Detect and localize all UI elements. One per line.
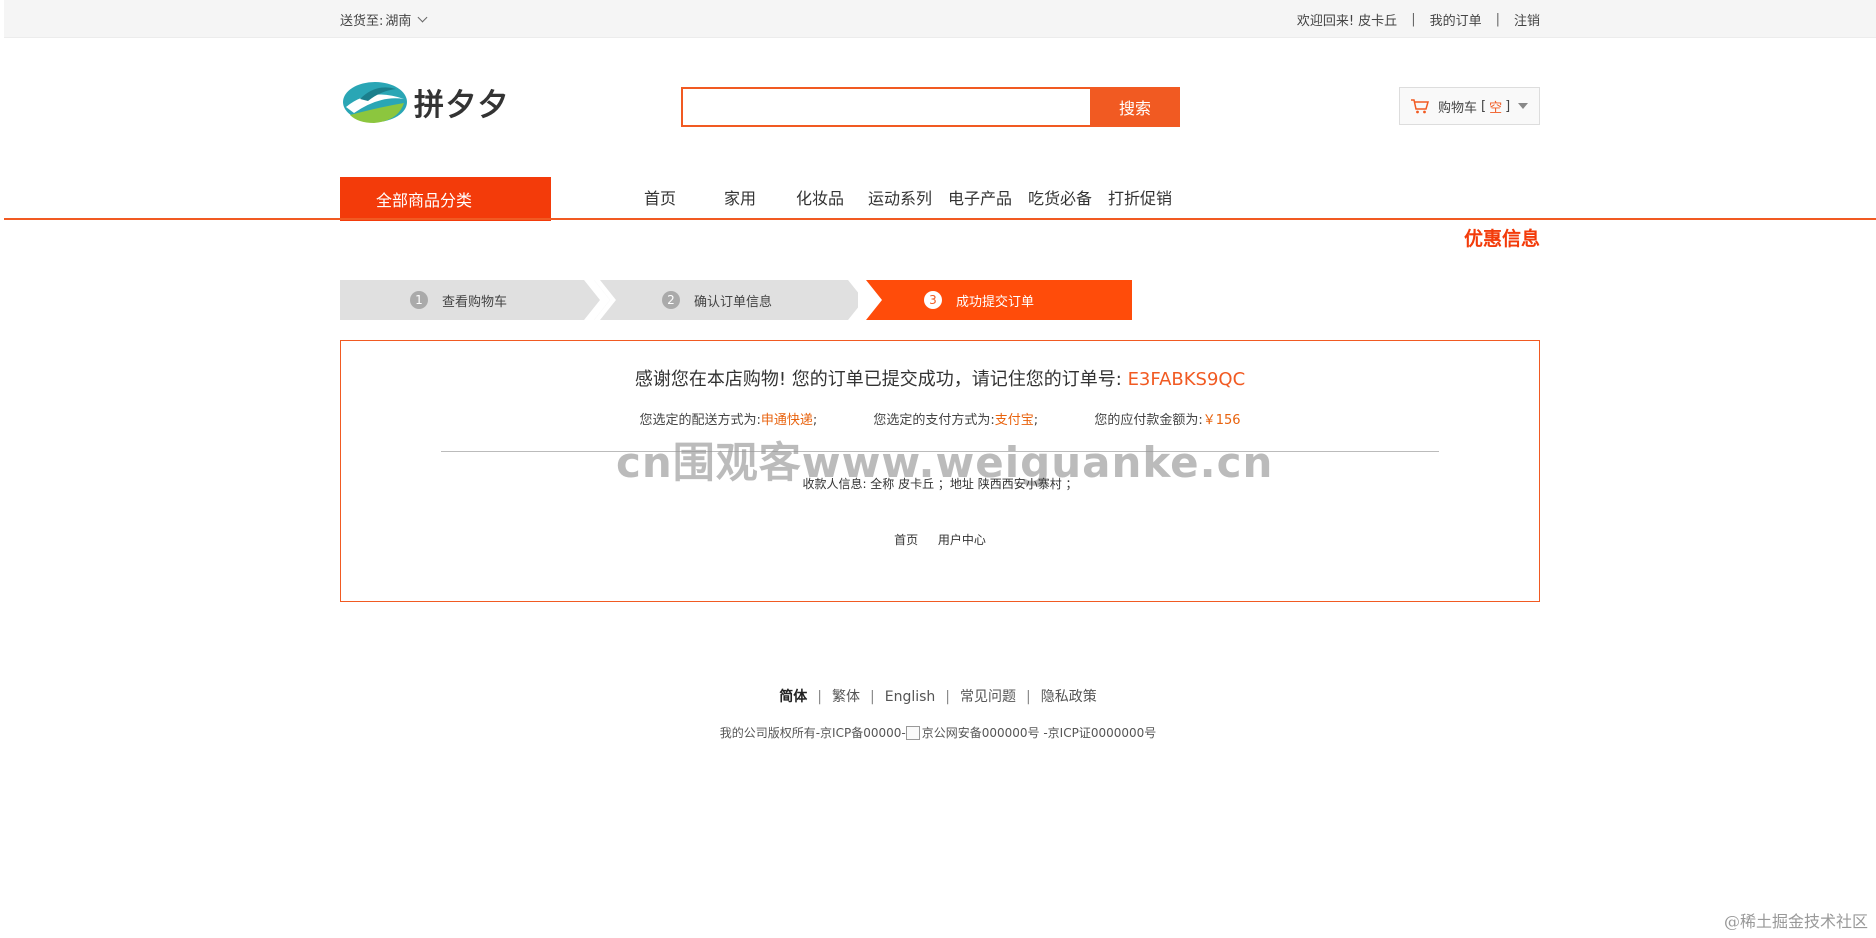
order-summary: 您选定的配送方式为:申通快递; 您选定的支付方式为:支付宝; 您的应付款金额为:…	[341, 409, 1539, 428]
step-view-cart: 1 查看购物车	[340, 280, 600, 320]
ship-to-region: 湖南	[385, 13, 412, 29]
top-bar: 送货至: 湖南 欢迎回来! 皮卡丘 | 我的订单 | 注销	[4, 0, 1876, 38]
step-label: 确认订单信息	[694, 294, 773, 310]
faq-link[interactable]: 常见问题	[960, 689, 1016, 705]
nav-item-home[interactable]: 首页	[620, 185, 700, 209]
cart-bracket: ]	[1505, 98, 1511, 114]
lang-traditional[interactable]: 繁体	[832, 689, 860, 705]
step-confirm-order: 2 确认订单信息	[594, 280, 864, 320]
nav-item-food[interactable]: 吃货必备	[1020, 185, 1100, 209]
cart-button[interactable]: 购物车 [ 空 ]	[1399, 87, 1540, 125]
my-orders-link[interactable]: 我的订单	[1430, 10, 1482, 29]
promo-link[interactable]: 优惠信息	[1464, 224, 1540, 251]
checkout-steps: 1 查看购物车 2 确认订单信息 3 成功提交订单	[340, 280, 1132, 320]
caret-down-icon	[1518, 103, 1529, 109]
step-label: 查看购物车	[442, 294, 508, 310]
logo-icon	[343, 82, 407, 123]
cart-label: 购物车	[1438, 100, 1478, 116]
order-result-panel: 感谢您在本店购物! 您的订单已提交成功，请记住您的订单号: E3FABKS9QC…	[340, 340, 1540, 602]
divider: |	[1411, 11, 1416, 27]
panel-links: 首页 用户中心	[341, 531, 1539, 548]
home-link[interactable]: 首页	[894, 533, 918, 547]
copyright: 我的公司版权所有-京ICP备00000- 京公网安备000000号 -京ICP证…	[0, 724, 1876, 741]
chevron-down-icon	[417, 12, 428, 22]
thanks-message: 感谢您在本店购物! 您的订单已提交成功，请记住您的订单号: E3FABKS9QC	[341, 365, 1539, 391]
divider: |	[1495, 11, 1500, 27]
welcome-text: 欢迎回来! 皮卡丘	[1296, 13, 1398, 29]
nav-item-household[interactable]: 家用	[700, 185, 780, 209]
main-nav: 首页 家用 化妆品 运动系列 电子产品 吃货必备 打折促销	[620, 177, 1180, 217]
payment-label: 您选定的支付方式为:	[873, 413, 995, 428]
receiver-info: 收款人信息: 全称 皮卡丘 ；地址 陕西西安小寨村 ；	[802, 477, 1078, 491]
divider: |	[870, 689, 875, 705]
divider: |	[1026, 689, 1031, 705]
nav-item-cosmetics[interactable]: 化妆品	[780, 185, 860, 209]
shipping-label: 您选定的配送方式为:	[639, 413, 761, 428]
logo-text: 拼夕夕	[414, 88, 510, 123]
semicolon: ;	[812, 413, 818, 428]
copyright-right: 京公网安备000000号 -京ICP证0000000号	[921, 726, 1157, 740]
nav-underline	[4, 218, 1876, 220]
lang-simplified[interactable]: 简体	[779, 689, 807, 705]
site-logo[interactable]: 拼夕夕	[340, 74, 540, 130]
semicolon: ;	[1033, 413, 1039, 428]
logout-link[interactable]: 注销	[1514, 10, 1540, 29]
ship-to-selector[interactable]: 送货至: 湖南	[340, 10, 428, 29]
shipping-value: 申通快递	[760, 413, 813, 428]
footer-links: 简体 | 繁体 | English | 常见问题 | 隐私政策	[0, 686, 1876, 706]
amount-label: 您的应付款金额为:	[1094, 413, 1203, 428]
step-number: 3	[924, 291, 942, 309]
amount-value: ￥156	[1202, 413, 1241, 428]
user-center-link[interactable]: 用户中心	[938, 533, 986, 547]
thanks-text: 感谢您在本店购物! 您的订单已提交成功，请记住您的订单号:	[634, 369, 1122, 390]
divider: |	[817, 689, 822, 705]
privacy-link[interactable]: 隐私政策	[1041, 689, 1097, 705]
search-input[interactable]	[681, 87, 1090, 127]
search-button[interactable]: 搜索	[1090, 87, 1180, 127]
step-number: 1	[410, 291, 428, 309]
corner-watermark: @稀土掘金技术社区	[1723, 912, 1868, 931]
all-categories-button[interactable]: 全部商品分类	[340, 177, 551, 221]
nav-item-sports[interactable]: 运动系列	[860, 185, 940, 209]
step-order-submitted: 3 成功提交订单	[858, 280, 1132, 320]
ship-to-label: 送货至:	[340, 13, 384, 29]
divider: |	[945, 689, 950, 705]
payment-value: 支付宝	[994, 413, 1034, 428]
cart-icon	[1411, 99, 1429, 114]
lang-english[interactable]: English	[885, 689, 936, 705]
cart-status: 空	[1489, 100, 1503, 116]
order-number: E3FABKS9QC	[1127, 369, 1246, 390]
search-bar: 搜索	[681, 87, 1180, 127]
copyright-left: 我的公司版权所有-京ICP备00000-	[719, 726, 906, 740]
step-label: 成功提交订单	[956, 294, 1035, 310]
broken-image-icon	[905, 725, 920, 740]
nav-item-electronics[interactable]: 电子产品	[940, 185, 1020, 209]
nav-item-discounts[interactable]: 打折促销	[1100, 185, 1180, 209]
step-number: 2	[662, 291, 680, 309]
cart-bracket: [	[1481, 98, 1487, 114]
